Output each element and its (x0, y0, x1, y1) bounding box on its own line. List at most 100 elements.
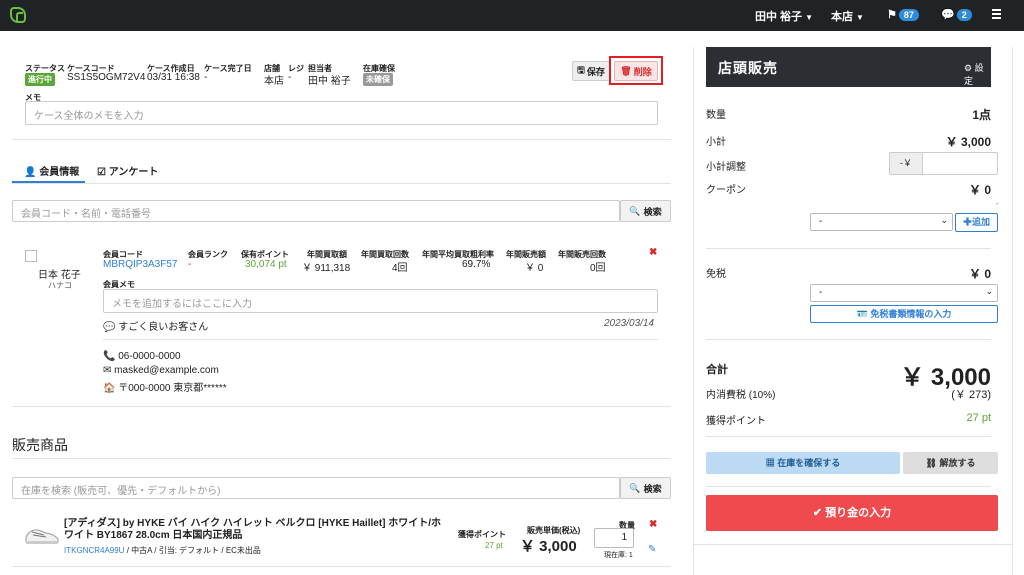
check-icon: ✔ (812, 507, 826, 519)
reserve-stock-button[interactable]: ▦ 在庫を確保する (706, 452, 900, 474)
member-memo-input[interactable]: メモを追加するにはここに入力 (103, 289, 658, 313)
case-code: SS1S5OGM72V4 (67, 72, 146, 83)
member-search-input[interactable]: 会員コード・名前・電話番号 (12, 200, 620, 222)
divider (706, 248, 991, 249)
tax-value: (￥ 273) (951, 389, 991, 401)
coupon-label: クーポン (706, 185, 746, 196)
cubes-icon: ▦ (765, 458, 778, 468)
divider (12, 183, 671, 184)
taxfree-select-value: - (819, 287, 823, 298)
product-meta: 中古A / 引当: デフォルト / EC未出品 (131, 546, 261, 555)
member-code-link[interactable]: MBRQIP3A3F57 (103, 259, 177, 270)
member-avatar (25, 250, 37, 262)
divider (12, 566, 671, 567)
hamburger-menu-icon[interactable] (992, 9, 1001, 19)
divider (694, 544, 1012, 545)
mail-icon: ✉ (103, 365, 115, 376)
user-menu[interactable]: 田中 裕子 ▼ (755, 8, 813, 24)
staff-value: 田中 裕子 (308, 76, 351, 87)
total-row: 合計 ￥ 3,000 (706, 357, 991, 391)
comment-icon: 💬 (103, 322, 119, 333)
divider (706, 339, 991, 340)
release-stock-button[interactable]: ⛓ 解放する (903, 452, 998, 474)
member-name: 日本 花子 (38, 270, 81, 281)
taxfree-select[interactable]: - ⌄ (810, 284, 998, 302)
delete-button[interactable]: 🗑 削除 (614, 61, 658, 81)
product-name: [アディダス] by HYKE バイ ハイク ハイレット ベルクロ [HYKE … (64, 518, 442, 541)
product-code-link[interactable]: ITKGNCR4A99U (64, 546, 124, 555)
tab-survey[interactable]: ☑ アンケート (97, 163, 158, 178)
case-panel: ステータス 進行中 ケースコード SS1S5OGM72V4 ケース作成日 03/… (0, 31, 683, 575)
edit-pencil-icon[interactable]: ✎ (648, 544, 656, 555)
pos-header: 店頭販売 ⚙ 設定 (706, 47, 991, 87)
divider (12, 406, 671, 407)
store-name: 本店 (831, 11, 853, 23)
trash-icon: 🗑 (620, 65, 632, 76)
chevron-down-icon: ▼ (805, 13, 813, 22)
qty-value: 1点 (972, 108, 991, 122)
search-label: 検索 (643, 483, 662, 494)
tab-label: アンケート (108, 167, 159, 178)
save-button[interactable]: 🖫 保存 (572, 61, 610, 81)
member-kana: ハナコ (48, 281, 72, 290)
message-count: 2 (956, 9, 972, 21)
deposit-button[interactable]: ✔ 預り金の入力 (706, 495, 998, 531)
store-value: 本店 (264, 76, 284, 87)
pos-title: 店頭販売 (718, 60, 778, 76)
notification-count: 87 (898, 9, 919, 21)
subtotal-label: 小計 (706, 137, 726, 148)
add-coupon-button[interactable]: ✚追加 (955, 213, 998, 232)
tab-member-info[interactable]: 👤 会員情報 (24, 163, 79, 178)
messages-button[interactable]: 💬 2 (941, 8, 972, 21)
taxfree-docs-button[interactable]: 🪪 免税書類情報の入力 (810, 305, 998, 323)
coupon-select-value: - (819, 216, 823, 227)
add-label: 追加 (972, 217, 991, 227)
stock-note: 現在庫: 1 (604, 552, 633, 559)
taxfree-value: ￥ 0 (968, 267, 991, 281)
settings-button[interactable]: ⚙ 設定 (964, 61, 991, 87)
case-memo-input[interactable]: ケース全体のメモを入力 (25, 101, 658, 125)
top-bar: 田中 裕子 ▼ 本店 ▼ ⚑ 87 💬 2 (0, 0, 1024, 31)
stock-search-button[interactable]: 🔍 検索 (620, 477, 671, 499)
comment-date: 2023/03/14 (604, 318, 655, 329)
search-label: 検索 (643, 206, 662, 217)
divider (12, 139, 671, 140)
remove-product-icon[interactable]: ✖ (649, 519, 657, 530)
adjust-input[interactable] (922, 152, 998, 175)
stock-search-input[interactable]: 在庫を検索 (販売可、優先・デフォルトから) (12, 477, 620, 499)
register-value: - (288, 72, 292, 83)
flag-icon: ⚑ (887, 9, 897, 21)
earn-value: 27 pt (966, 412, 991, 424)
unlink-icon: ⛓ (925, 458, 940, 468)
points-value: 30,074 pt (245, 259, 287, 270)
member-rank-label: 会員ランク (188, 250, 228, 259)
member-address: 🏠 〒000-0000 東京都****** (103, 379, 227, 394)
annual-buy-value: ￥ 911,318 (302, 263, 351, 274)
notifications-button[interactable]: ⚑ 87 (887, 8, 919, 21)
coupon-select[interactable]: - ⌄ (810, 213, 953, 231)
home-icon: 🏠 (103, 383, 119, 394)
annual-sales-value: ￥ 0 (525, 263, 544, 274)
product-info: ITKGNCR4A99U / 中古A / 引当: デフォルト / EC未出品 (64, 546, 261, 555)
app-logo-icon[interactable] (10, 7, 26, 23)
status-badge: 進行中 (25, 73, 55, 86)
store-menu[interactable]: 本店 ▼ (831, 8, 864, 24)
subtotal-value: ￥ 3,000 (945, 135, 991, 149)
total-label: 合計 (706, 364, 728, 376)
email-text: masked@example.com (114, 365, 219, 376)
annual-sales-count-value: 0回 (590, 263, 606, 274)
divider (706, 486, 991, 487)
remove-member-icon[interactable]: ✖ (649, 247, 657, 258)
divider (103, 339, 658, 340)
deposit-label: 預り金の入力 (825, 507, 892, 519)
chevron-down-icon: ▼ (856, 13, 864, 22)
coupon-dash: - (996, 199, 999, 208)
qty-input[interactable]: 1 (594, 528, 634, 548)
member-phone: 📞 06-0000-0000 (103, 351, 181, 362)
search-icon: 🔍 (629, 482, 641, 493)
tab-label: 会員情報 (39, 167, 80, 178)
pos-panel: 店頭販売 ⚙ 設定 数量 1点 小計 ￥ 3,000 小計調整 -￥ クーポン ￥ 0… (693, 47, 1013, 575)
member-comment: 💬 すごく良いお客さん (103, 318, 208, 333)
chevron-down-icon: ⌄ (940, 215, 948, 225)
member-search-button[interactable]: 🔍 検索 (620, 200, 671, 222)
